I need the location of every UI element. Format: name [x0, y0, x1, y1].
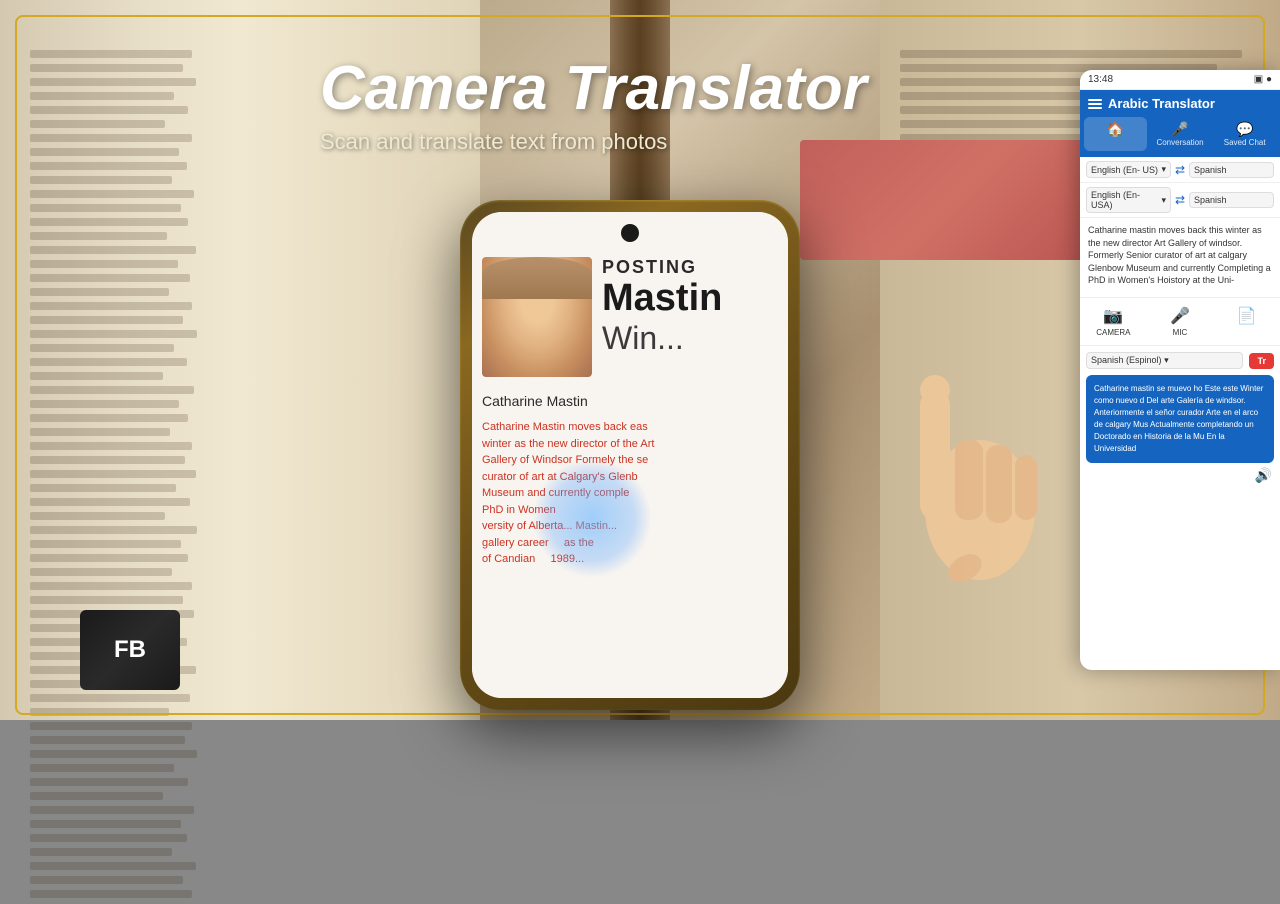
phone-outer-shell: POSTING Mastin Win... Catharine Mastin C… — [460, 200, 800, 710]
status-time: 13:48 — [1088, 74, 1113, 85]
app-toolbar-title: Arabic Translator — [1108, 96, 1272, 111]
translate-button[interactable]: Tr — [1249, 353, 1274, 369]
sub-title: Scan and translate text from photos — [320, 129, 867, 155]
nav-tab-saved[interactable]: 💬 Saved Chat — [1213, 117, 1276, 151]
target-lang-1[interactable]: Spanish — [1189, 162, 1274, 178]
conversation-icon: 🎤 — [1171, 121, 1188, 138]
phone-mockup: POSTING Mastin Win... Catharine Mastin C… — [460, 200, 800, 710]
translation-result-box: Catharine mastin se muevo ho Este este W… — [1086, 375, 1274, 463]
posting-detail: Win... — [602, 320, 778, 357]
camera-button[interactable]: 📷 CAMERA — [1080, 298, 1147, 345]
main-title: Camera Translator — [320, 55, 867, 123]
phone-text-line: Catharine Mastin moves back eas — [482, 419, 778, 436]
book-logo: FB — [80, 610, 180, 690]
extra-action-button[interactable]: 📄 — [1213, 298, 1280, 345]
app-toolbar: Arabic Translator — [1080, 90, 1280, 117]
phone-text-line: Gallery of Windsor Formely the se — [482, 452, 778, 469]
source-lang-1[interactable]: English (En- US) ▾ — [1086, 161, 1171, 178]
mic-button[interactable]: 🎤 MIC — [1147, 298, 1214, 345]
book-left-text — [30, 50, 210, 904]
mic-label: MIC — [1173, 328, 1188, 337]
app-nav-tabs: 🏠 🎤 Conversation 💬 Saved Chat — [1080, 117, 1280, 157]
target-lang-2[interactable]: Spanish — [1189, 192, 1274, 208]
posting-label: POSTING — [602, 257, 778, 278]
translation-source-box: Catharine mastin moves back this winter … — [1080, 218, 1280, 298]
home-icon: 🏠 — [1107, 121, 1124, 138]
translate-row: Spanish (Espinol) ▾ Tr — [1080, 346, 1280, 375]
lang-row-2: English (En- USA) ▾ ⇄ Spanish — [1080, 183, 1280, 218]
phone-author-name: Catharine Mastin — [472, 387, 788, 415]
hamburger-icon[interactable] — [1088, 99, 1102, 109]
saved-chat-icon: 💬 — [1236, 121, 1253, 138]
camera-label: CAMERA — [1096, 328, 1130, 337]
saved-chat-label: Saved Chat — [1224, 138, 1266, 147]
conversation-label: Conversation — [1156, 138, 1203, 147]
book-red-section — [800, 140, 1100, 260]
doc-icon: 📄 — [1237, 306, 1257, 326]
action-buttons: 📷 CAMERA 🎤 MIC 📄 — [1080, 298, 1280, 346]
app-panel: 13:48 ▣ ● Arabic Translator 🏠 🎤 Conversa… — [1080, 70, 1280, 670]
phone-content: POSTING Mastin Win... Catharine Mastin C… — [472, 212, 788, 698]
scan-glow-effect — [532, 458, 652, 578]
camera-icon: 📷 — [1103, 306, 1123, 326]
phone-text-line: winter as the new director of the Art — [482, 436, 778, 453]
swap-icon-2[interactable]: ⇄ — [1175, 193, 1185, 207]
source-lang-2[interactable]: English (En- USA) ▾ — [1086, 187, 1171, 213]
phone-notch — [621, 224, 639, 242]
nav-tab-home[interactable]: 🏠 — [1084, 117, 1147, 151]
avatar-hair — [482, 257, 592, 299]
phone-screen: POSTING Mastin Win... Catharine Mastin C… — [472, 212, 788, 698]
heading-area: Camera Translator Scan and translate tex… — [320, 55, 867, 155]
posting-name-large: Mastin — [602, 278, 778, 320]
phone-avatar — [482, 257, 592, 377]
mic-icon: 🎤 — [1170, 306, 1190, 326]
app-status-bar: 13:48 ▣ ● — [1080, 70, 1280, 90]
status-icons: ▣ ● — [1254, 74, 1272, 85]
lang-row-1: English (En- US) ▾ ⇄ Spanish — [1080, 157, 1280, 183]
nav-tab-conversation[interactable]: 🎤 Conversation — [1149, 117, 1212, 151]
speaker-icon[interactable]: 🔊 — [1080, 463, 1280, 488]
swap-icon-1[interactable]: ⇄ — [1175, 163, 1185, 177]
translate-lang-selector[interactable]: Spanish (Espinol) ▾ — [1086, 352, 1243, 369]
phone-posting-area: POSTING Mastin Win... — [602, 257, 778, 357]
